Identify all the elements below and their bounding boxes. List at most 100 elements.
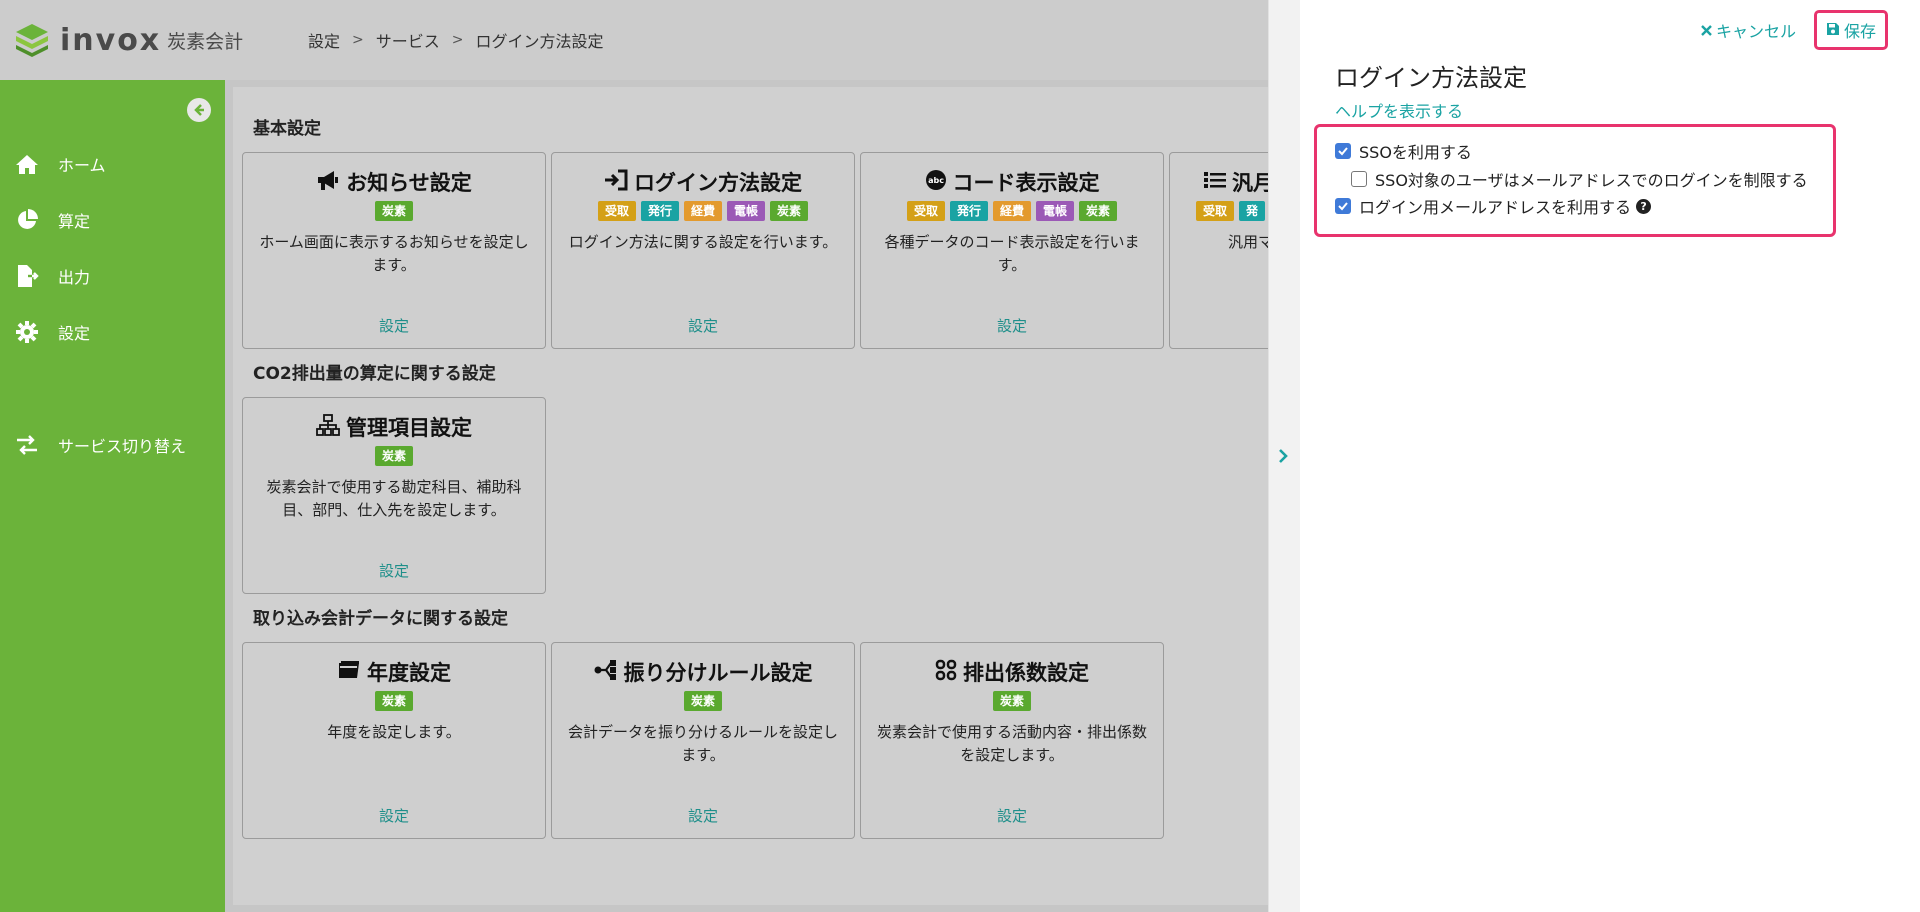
save-label: 保存 [1843,22,1876,41]
card-settings-link[interactable]: 設定 [243,805,545,826]
sidebar-item-switch-service[interactable]: サービス切り替え [14,433,186,457]
option-use-sso[interactable]: SSOを利用する [1335,139,1472,163]
home-icon [14,152,40,176]
section-title-import: 取り込み会計データに関する設定 [253,609,508,629]
tag-badge: 受取 [906,201,945,221]
card-description: 会計データを振り分けるルールを設定します。 [567,723,838,764]
option-use-login-email[interactable]: ログイン用メールアドレスを利用する ? [1335,194,1652,218]
sidebar-item-output[interactable]: 出力 [14,264,90,288]
settings-card-code-display: abc コード表示設定 受取 発行 経費 電帳 炭素 各種データのコード表示設定… [860,152,1164,349]
sidebar-item-label: 算定 [58,212,91,231]
calendar-icon [337,660,361,685]
card-description: 炭素会計で使用する活動内容・排出係数を設定します。 [876,723,1147,764]
tag-badge: 経費 [992,201,1031,221]
app-header: invox 炭素会計 設定 > サービス > ログイン方法設定 [0,0,1268,80]
sitemap-icon [316,413,340,441]
tag-badge: 発行 [640,201,679,221]
tag-badge: 炭素 [683,691,722,711]
settings-card-sorting-rules: 振り分けルール設定 炭素 会計データを振り分けるルールを設定します。 設定 [551,642,855,839]
list-icon [1204,170,1226,195]
tag-badge: 発 [1239,201,1266,221]
cancel-label: キャンセル [1715,22,1796,41]
settings-card-fiscal-year: 年度設定 炭素 年度を設定します。 設定 [242,642,546,839]
option-restrict-email-login[interactable]: SSO対象のユーザはメールアドレスでのログインを制限する [1351,167,1808,191]
option-label: ログイン用メールアドレスを利用する [1359,198,1632,217]
card-tags: 炭素 [243,691,545,711]
tag-badge: 炭素 [992,691,1031,711]
tag-badge: 炭素 [374,446,413,466]
cancel-button[interactable]: キャンセル [1693,12,1804,48]
sidebar-item-calculation[interactable]: 算定 [14,208,90,232]
card-description: 各種データのコード表示設定を行います。 [884,233,1140,274]
breadcrumb: 設定 > サービス > ログイン方法設定 [308,28,604,52]
breadcrumb-service[interactable]: サービス [376,28,440,52]
logo-text: invox [60,22,162,58]
collapse-sidebar-icon[interactable] [187,98,211,122]
branch-icon [594,659,618,686]
card-title: 排出係数設定 [963,661,1089,685]
breadcrumb-settings[interactable]: 設定 [308,28,340,52]
logo[interactable]: invox 炭素会計 [14,22,294,58]
card-settings-link[interactable]: 設定 [861,315,1163,336]
pie-chart-icon [14,208,40,232]
settings-card-emission-factors: 排出係数設定 炭素 炭素会計で使用する活動内容・排出係数を設定します。 設定 [860,642,1164,839]
file-export-icon [14,264,40,288]
restrict-email-checkbox[interactable] [1351,171,1367,187]
option-label: SSOを利用する [1359,143,1472,162]
sidebar-item-label: 設定 [58,324,91,343]
card-settings-link[interactable]: 設定 [243,315,545,336]
card-title: 年度設定 [367,661,451,685]
drawer-toggle[interactable] [1268,0,1300,912]
sidebar-item-label: サービス切り替え [58,437,187,456]
tag-badge: 炭素 [374,691,413,711]
card-tags: 受取 発行 経費 電帳 炭素 [552,201,854,221]
sso-checkbox[interactable] [1335,143,1351,159]
tag-badge: 受取 [1196,201,1235,221]
card-description: ホーム画面に表示するお知らせを設定します。 [259,233,529,274]
card-title: ログイン方法設定 [634,171,802,195]
save-button[interactable]: 保存 [1813,10,1888,50]
card-title: 管理項目設定 [346,416,472,440]
tag-badge: 電帳 [727,201,766,221]
card-title: お知らせ設定 [346,171,472,195]
card-settings-link[interactable]: 設定 [861,805,1163,826]
svg-text:abc: abc [928,176,944,185]
card-tags: 受取 発行 経費 電帳 炭素 [861,201,1163,221]
card-tags: 炭素 [243,446,545,466]
card-settings-link[interactable]: 設定 [552,805,854,826]
card-title: コード表示設定 [952,171,1100,195]
drawer-actions: キャンセル 保存 [1693,10,1888,50]
sidebar-item-settings[interactable]: 設定 [14,320,90,344]
abc-icon: abc [925,169,947,196]
main-content: 基本設定 CO2排出量の算定に関する設定 取り込み会計データに関する設定 お知ら… [225,80,1473,912]
card-tags: 炭素 [552,691,854,711]
card-settings-link[interactable]: 設定 [552,315,854,336]
tag-badge: 経費 [683,201,722,221]
sidebar-item-label: ホーム [58,156,106,175]
gear-icon [14,320,40,344]
login-email-checkbox[interactable] [1335,198,1351,214]
logo-mark-icon [14,22,50,58]
tag-badge: 発行 [949,201,988,221]
section-title-co2: CO2排出量の算定に関する設定 [253,364,496,384]
sidebar: ホーム 算定 出力 設定 サービス切り替え [0,80,225,912]
close-icon [1701,21,1712,40]
settings-card-management-items: 管理項目設定 炭素 炭素会計で使用する勘定科目、補助科目、部門、仕入先を設定しま… [242,397,546,594]
help-question-icon[interactable]: ? [1636,198,1652,214]
help-link[interactable]: ヘルプを表示する [1335,98,1463,122]
drawer-title: ログイン方法設定 [1335,64,1527,92]
card-tags: 炭素 [861,691,1163,711]
card-title: 振り分けルール設定 [623,661,813,685]
login-settings-drawer: キャンセル 保存 ログイン方法設定 ヘルプを表示する SSOを利用する SSO対… [1300,0,1920,912]
sidebar-item-home[interactable]: ホーム [14,152,106,176]
switch-icon [14,433,40,457]
sign-in-icon [604,169,628,196]
tag-badge: 受取 [597,201,636,221]
card-tags: 炭素 [243,201,545,221]
card-description: 年度を設定します。 [327,723,461,741]
tag-badge: 炭素 [770,201,809,221]
settings-card-login: ログイン方法設定 受取 発行 経費 電帳 炭素 ログイン方法に関する設定を行いま… [551,152,855,349]
chevron-right-icon[interactable] [1277,446,1289,470]
card-settings-link[interactable]: 設定 [243,560,545,581]
settings-card-notice: お知らせ設定 炭素 ホーム画面に表示するお知らせを設定します。 設定 [242,152,546,349]
